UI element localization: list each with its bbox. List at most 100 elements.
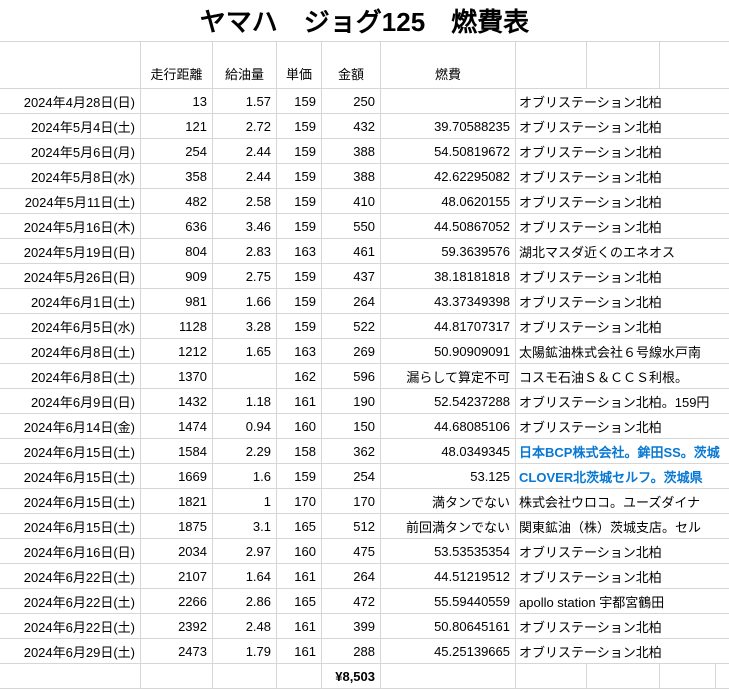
cell-date[interactable]: 2024年5月19日(日) xyxy=(0,239,141,263)
cell-distance[interactable]: 2473 xyxy=(141,639,213,663)
cell-amount[interactable]: 475 xyxy=(322,539,381,563)
cell-unit-price[interactable]: 163 xyxy=(277,239,322,263)
cell-fuel[interactable]: 1.57 xyxy=(213,89,277,113)
cell-fuel[interactable] xyxy=(213,364,277,388)
cell-fuel[interactable]: 1.6 xyxy=(213,464,277,488)
cell-fuel[interactable]: 2.72 xyxy=(213,114,277,138)
cell-date[interactable]: 2024年5月11日(土) xyxy=(0,189,141,213)
cell-distance[interactable]: 1474 xyxy=(141,414,213,438)
cell-economy[interactable]: 53.125 xyxy=(381,464,516,488)
cell-economy[interactable]: 52.54237288 xyxy=(381,389,516,413)
cell-date[interactable]: 2024年6月9日(日) xyxy=(0,389,141,413)
total-amount[interactable]: ¥8,503 xyxy=(322,664,381,688)
header-amount[interactable]: 金額 xyxy=(322,42,381,88)
cell-amount[interactable]: 254 xyxy=(322,464,381,488)
cell-note[interactable]: オブリステーション北柏 xyxy=(516,114,729,138)
cell-economy[interactable]: 43.37349398 xyxy=(381,289,516,313)
cell-economy[interactable]: 漏らして算定不可 xyxy=(381,364,516,388)
cell-economy[interactable]: 39.70588235 xyxy=(381,114,516,138)
cell-fuel[interactable]: 2.44 xyxy=(213,164,277,188)
cell-distance[interactable]: 2107 xyxy=(141,564,213,588)
cell-date[interactable]: 2024年6月5日(水) xyxy=(0,314,141,338)
cell-unit-price[interactable]: 159 xyxy=(277,214,322,238)
cell-unit-price[interactable]: 165 xyxy=(277,514,322,538)
cell-amount[interactable]: 437 xyxy=(322,264,381,288)
cell-note[interactable]: 株式会社ウロコ。ユーズダイナ xyxy=(516,489,729,513)
cell-amount[interactable]: 264 xyxy=(322,564,381,588)
cell-economy[interactable]: 50.90909091 xyxy=(381,339,516,363)
cell-fuel[interactable]: 2.29 xyxy=(213,439,277,463)
total-empty-cell-g[interactable] xyxy=(516,664,587,688)
cell-fuel[interactable]: 2.48 xyxy=(213,614,277,638)
cell-note[interactable]: オブリステーション北柏 xyxy=(516,564,729,588)
cell-distance[interactable]: 2266 xyxy=(141,589,213,613)
cell-note[interactable]: オブリステーション北柏 xyxy=(516,214,729,238)
cell-distance[interactable]: 2392 xyxy=(141,614,213,638)
cell-date[interactable]: 2024年6月29日(土) xyxy=(0,639,141,663)
header-unit-price[interactable]: 単価 xyxy=(277,42,322,88)
cell-note[interactable]: オブリステーション北柏 xyxy=(516,189,729,213)
cell-amount[interactable]: 472 xyxy=(322,589,381,613)
cell-economy[interactable]: 満タンでない xyxy=(381,489,516,513)
cell-unit-price[interactable]: 163 xyxy=(277,339,322,363)
cell-date[interactable]: 2024年4月28日(日) xyxy=(0,89,141,113)
cell-note[interactable]: オブリステーション北柏 xyxy=(516,539,729,563)
cell-note[interactable]: 湖北マスダ近くのエネオス xyxy=(516,239,729,263)
cell-distance[interactable]: 254 xyxy=(141,139,213,163)
header-economy[interactable]: 燃費 xyxy=(381,42,516,88)
cell-distance[interactable]: 1669 xyxy=(141,464,213,488)
header-empty-cell-i[interactable] xyxy=(660,42,729,88)
total-empty-cell-i[interactable] xyxy=(660,664,716,688)
cell-date[interactable]: 2024年6月1日(土) xyxy=(0,289,141,313)
cell-amount[interactable]: 150 xyxy=(322,414,381,438)
cell-fuel[interactable]: 1.65 xyxy=(213,339,277,363)
cell-fuel[interactable]: 3.46 xyxy=(213,214,277,238)
header-distance[interactable]: 走行距離 xyxy=(141,42,213,88)
cell-date[interactable]: 2024年6月22日(土) xyxy=(0,564,141,588)
cell-economy[interactable]: 44.51219512 xyxy=(381,564,516,588)
cell-amount[interactable]: 461 xyxy=(322,239,381,263)
cell-date[interactable]: 2024年5月16日(木) xyxy=(0,214,141,238)
cell-unit-price[interactable]: 159 xyxy=(277,114,322,138)
cell-unit-price[interactable]: 159 xyxy=(277,139,322,163)
cell-date[interactable]: 2024年6月15日(土) xyxy=(0,514,141,538)
cell-distance[interactable]: 909 xyxy=(141,264,213,288)
cell-amount[interactable]: 596 xyxy=(322,364,381,388)
cell-date[interactable]: 2024年6月22日(土) xyxy=(0,614,141,638)
cell-distance[interactable]: 1128 xyxy=(141,314,213,338)
cell-amount[interactable]: 269 xyxy=(322,339,381,363)
cell-unit-price[interactable]: 159 xyxy=(277,264,322,288)
cell-unit-price[interactable]: 159 xyxy=(277,164,322,188)
cell-unit-price[interactable]: 159 xyxy=(277,289,322,313)
cell-economy[interactable]: 38.18181818 xyxy=(381,264,516,288)
cell-distance[interactable]: 2034 xyxy=(141,539,213,563)
cell-note[interactable]: 関東鉱油（株）茨城支店。セル xyxy=(516,514,729,538)
cell-distance[interactable]: 358 xyxy=(141,164,213,188)
header-empty-cell-g[interactable] xyxy=(516,42,587,88)
cell-economy[interactable]: 54.50819672 xyxy=(381,139,516,163)
cell-amount[interactable]: 190 xyxy=(322,389,381,413)
cell-economy[interactable]: 48.0620155 xyxy=(381,189,516,213)
cell-unit-price[interactable]: 160 xyxy=(277,414,322,438)
cell-date[interactable]: 2024年6月15日(土) xyxy=(0,464,141,488)
cell-fuel[interactable]: 1.64 xyxy=(213,564,277,588)
cell-fuel[interactable]: 3.28 xyxy=(213,314,277,338)
cell-amount[interactable]: 264 xyxy=(322,289,381,313)
cell-unit-price[interactable]: 162 xyxy=(277,364,322,388)
cell-note[interactable]: オブリステーション北柏 xyxy=(516,314,729,338)
cell-unit-price[interactable]: 161 xyxy=(277,614,322,638)
total-empty-date[interactable] xyxy=(0,664,141,688)
cell-note[interactable]: オブリステーション北柏 xyxy=(516,89,729,113)
cell-fuel[interactable]: 2.75 xyxy=(213,264,277,288)
cell-amount[interactable]: 362 xyxy=(322,439,381,463)
cell-amount[interactable]: 388 xyxy=(322,164,381,188)
cell-note[interactable]: 太陽鉱油株式会社６号線水戸南 xyxy=(516,339,729,363)
cell-amount[interactable]: 170 xyxy=(322,489,381,513)
cell-date[interactable]: 2024年6月8日(土) xyxy=(0,339,141,363)
cell-distance[interactable]: 121 xyxy=(141,114,213,138)
total-empty-distance[interactable] xyxy=(141,664,213,688)
cell-amount[interactable]: 250 xyxy=(322,89,381,113)
cell-date[interactable]: 2024年6月8日(土) xyxy=(0,364,141,388)
cell-note[interactable]: オブリステーション北柏 xyxy=(516,139,729,163)
cell-economy[interactable]: 45.25139665 xyxy=(381,639,516,663)
